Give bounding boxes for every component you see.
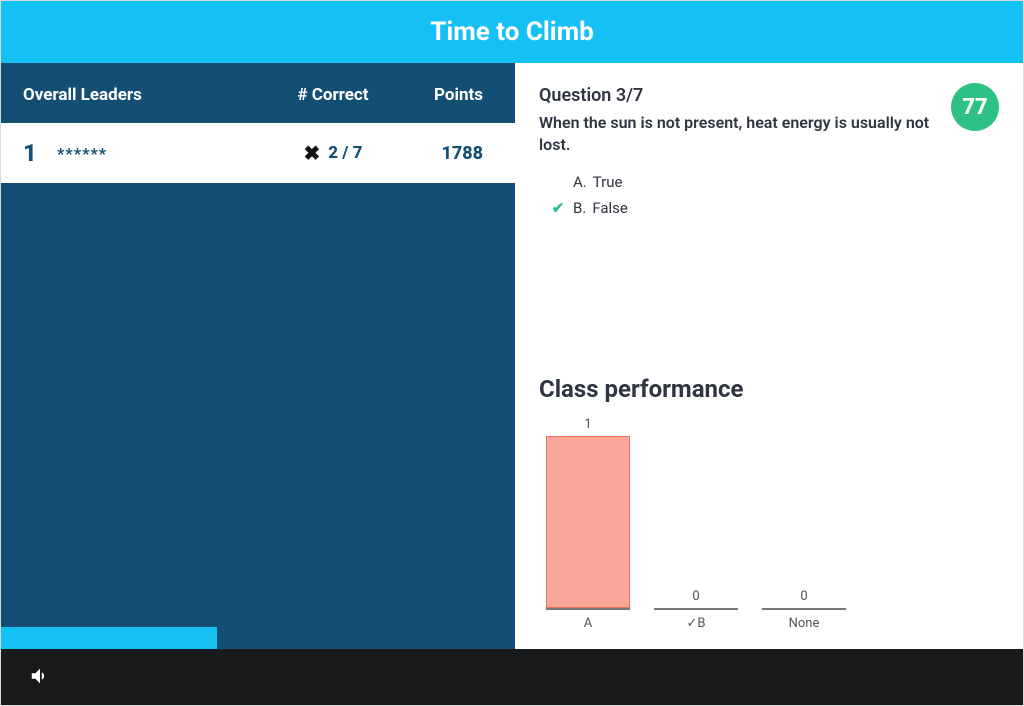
footer-bar — [1, 649, 1023, 705]
leader-rank: 1 — [23, 139, 47, 167]
header-title: Time to Climb — [430, 17, 594, 47]
leader-correct-value: 2 / 7 — [328, 143, 362, 163]
question-meta: Question 3/7 When the sun is not present… — [539, 85, 943, 157]
leaders-col-points: Points — [393, 85, 493, 105]
leaders-row: 1 ****** ✖ 2 / 7 1788 — [1, 123, 515, 183]
performance-chart: 1 A 0 ✓B 0 None — [539, 421, 999, 631]
leader-name: ****** — [47, 144, 273, 163]
performance-title: Class performance — [539, 375, 999, 403]
check-icon: ✔ — [549, 199, 567, 217]
chart-bar-b: 0 ✓B — [651, 589, 741, 631]
chart-bar-a: 1 A — [543, 417, 633, 631]
app-header: Time to Climb — [1, 1, 1023, 63]
chart-label: A — [584, 616, 592, 631]
answer-option: ✔ B. False — [549, 199, 999, 217]
wrong-icon: ✖ — [304, 141, 321, 165]
main-area: Overall Leaders # Correct Points 1 *****… — [1, 63, 1023, 649]
chart-bar — [546, 436, 630, 610]
chart-value: 0 — [800, 589, 807, 604]
sound-toggle-button[interactable] — [23, 659, 57, 696]
leaders-title: Overall Leaders — [23, 85, 273, 105]
chart-value: 0 — [692, 589, 699, 604]
answer-list: A. True ✔ B. False — [539, 173, 999, 225]
answer-text: True — [593, 173, 623, 191]
answer-letter: B. — [573, 199, 586, 217]
question-number: Question 3/7 — [539, 85, 943, 106]
chart-label: ✓B — [687, 616, 706, 631]
leaders-header-row: Overall Leaders # Correct Points — [1, 63, 515, 123]
sound-icon — [29, 665, 51, 687]
score-badge: 77 — [951, 83, 999, 131]
chart-bar — [654, 608, 738, 610]
chart-value: 1 — [584, 417, 591, 432]
leader-correct: ✖ 2 / 7 — [273, 141, 393, 165]
leaders-panel: Overall Leaders # Correct Points 1 *****… — [1, 63, 515, 649]
chart-bar-fill — [546, 436, 630, 608]
answer-text: False — [592, 199, 628, 217]
progress-bar — [1, 627, 217, 649]
chart-bar — [762, 608, 846, 610]
answer-letter: A. — [573, 173, 587, 191]
question-text: When the sun is not present, heat energy… — [539, 112, 939, 157]
chart-bar-none: 0 None — [759, 589, 849, 631]
answer-option: A. True — [549, 173, 999, 191]
question-header: Question 3/7 When the sun is not present… — [539, 85, 999, 157]
app-root: Time to Climb Overall Leaders # Correct … — [0, 0, 1024, 706]
leader-points: 1788 — [393, 143, 493, 164]
chart-label: None — [789, 616, 820, 631]
leaders-col-correct: # Correct — [273, 85, 393, 105]
question-panel: Question 3/7 When the sun is not present… — [515, 63, 1023, 649]
